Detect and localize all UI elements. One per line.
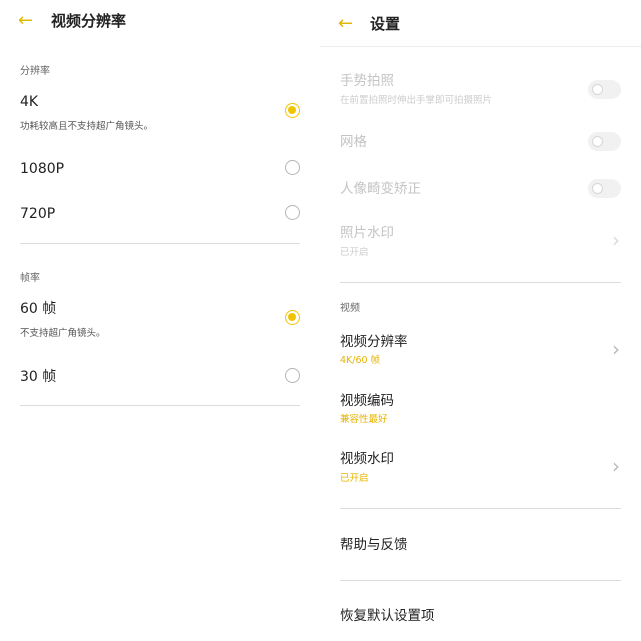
chevron-right-icon: ›	[612, 228, 620, 252]
radio-selected[interactable]	[285, 310, 300, 325]
option-label: 60 帧	[20, 301, 57, 317]
option-note: 功耗较高且不支持超广角镜头。	[20, 121, 154, 132]
item-title: 手势拍照	[340, 73, 394, 89]
radio-unselected[interactable]	[285, 160, 300, 175]
radio-unselected[interactable]	[285, 205, 300, 220]
divider	[20, 405, 300, 406]
chevron-right-icon: ›	[612, 337, 620, 361]
reset-defaults-item[interactable]: 恢复默认设置项	[340, 607, 435, 625]
item-title: 视频分辨率	[340, 334, 408, 350]
divider	[340, 282, 621, 283]
item-title: 人像畸变矫正	[340, 181, 421, 197]
resolution-section-label: 分辨率	[20, 66, 50, 77]
radio-selected[interactable]	[285, 103, 300, 118]
item-subtitle: 兼容性最好	[340, 414, 388, 425]
header-divider	[320, 46, 641, 47]
item-subtitle: 已开启	[340, 247, 369, 258]
option-note: 不支持超广角镜头。	[20, 328, 106, 339]
item-subtitle: 在前置拍照时伸出手掌即可拍摄照片	[340, 95, 493, 106]
radio-unselected[interactable]	[285, 368, 300, 383]
help-feedback-item[interactable]: 帮助与反馈	[340, 536, 408, 554]
chevron-right-icon: ›	[612, 454, 620, 478]
option-label: 720P	[20, 206, 56, 222]
page-title: 设置	[370, 15, 401, 33]
item-title: 网格	[340, 134, 367, 150]
settings-screen: ← 设置 手势拍照 在前置拍照时伸出手掌即可拍摄照片 网格 人像畸变矫正 照片水…	[320, 0, 641, 641]
divider	[340, 508, 621, 509]
video-section-label: 视频	[340, 303, 360, 314]
item-subtitle: 4K/60 帧	[340, 355, 381, 366]
video-resolution-screen: ← 视频分辨率 分辨率 4K 功耗较高且不支持超广角镜头。 1080P 720P…	[0, 0, 320, 641]
back-arrow-icon[interactable]: ←	[18, 11, 33, 31]
divider	[20, 243, 300, 244]
item-title: 照片水印	[340, 225, 394, 241]
page-title: 视频分辨率	[51, 12, 127, 30]
option-label: 30 帧	[20, 369, 57, 385]
back-arrow-icon[interactable]: ←	[338, 14, 353, 34]
toggle-switch[interactable]	[588, 132, 621, 151]
framerate-section-label: 帧率	[20, 273, 40, 284]
toggle-switch[interactable]	[588, 80, 621, 99]
option-label: 1080P	[20, 161, 65, 177]
divider	[340, 580, 621, 581]
option-label: 4K	[20, 94, 39, 110]
item-title: 视频编码	[340, 393, 394, 409]
item-subtitle: 已开启	[340, 473, 369, 484]
item-title: 视频水印	[340, 451, 394, 467]
toggle-switch[interactable]	[588, 179, 621, 198]
